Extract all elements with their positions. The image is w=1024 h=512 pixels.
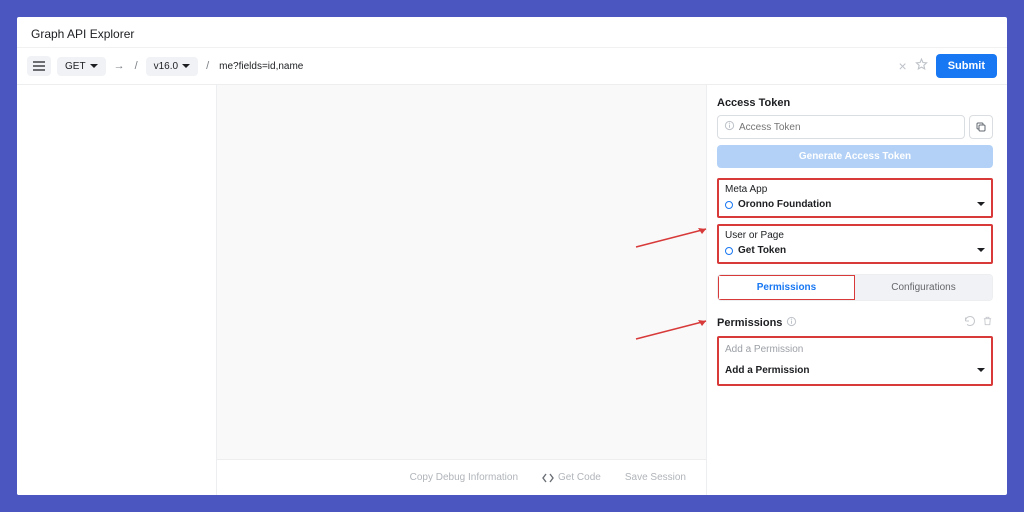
user-page-value: Get Token: [738, 245, 786, 256]
api-version-dropdown[interactable]: v16.0: [146, 57, 198, 76]
status-dot-icon: [725, 247, 733, 255]
meta-app-value: Oronno Foundation: [738, 199, 831, 210]
right-sidebar: Access Token Generate Access Token Meta …: [707, 85, 1007, 495]
meta-app-label: Meta App: [725, 184, 985, 195]
access-token-row: [717, 115, 993, 139]
copy-token-button[interactable]: [969, 115, 993, 139]
tabs-row: Permissions Configurations: [717, 274, 993, 301]
code-icon: [542, 473, 554, 483]
meta-app-dropdown[interactable]: Oronno Foundation: [725, 199, 985, 210]
slash-separator: /: [133, 60, 140, 72]
body-area: Copy Debug Information Get Code Save Ses…: [17, 85, 1007, 495]
access-token-label: Access Token: [717, 97, 993, 109]
chevron-down-icon: [977, 245, 985, 256]
chevron-down-icon: [977, 199, 985, 210]
status-dot-icon: [725, 201, 733, 209]
add-permission-dropdown[interactable]: Add a Permission: [725, 365, 985, 376]
add-permission-label: Add a Permission: [725, 365, 809, 376]
chevron-down-icon: [90, 64, 98, 69]
response-panel: Copy Debug Information Get Code Save Ses…: [217, 85, 707, 495]
trash-icon[interactable]: [982, 315, 993, 330]
meta-app-box: Meta App Oronno Foundation: [717, 178, 993, 218]
permission-placeholder: Add a Permission: [725, 344, 985, 355]
arrow-separator: →: [112, 60, 127, 72]
chevron-down-icon: [977, 365, 985, 376]
annotation-arrow: [632, 225, 712, 249]
info-icon: [786, 316, 797, 330]
permissions-box: Add a Permission Add a Permission: [717, 336, 993, 386]
query-input[interactable]: [217, 57, 892, 76]
permissions-header: Permissions: [717, 315, 993, 330]
save-session-label: Save Session: [625, 472, 686, 483]
user-page-box: User or Page Get Token: [717, 224, 993, 264]
hamburger-icon: [33, 61, 45, 71]
generate-token-button[interactable]: Generate Access Token: [717, 145, 993, 168]
submit-button[interactable]: Submit: [936, 54, 997, 78]
chevron-down-icon: [182, 64, 190, 69]
tab-configurations[interactable]: Configurations: [855, 275, 992, 300]
tab-permissions[interactable]: Permissions: [718, 275, 855, 300]
clear-query-button[interactable]: ×: [899, 58, 907, 74]
annotation-arrow: [632, 317, 712, 341]
http-method-dropdown[interactable]: GET: [57, 57, 106, 76]
toolbar: GET → / v16.0 / × Submit: [17, 48, 1007, 85]
permissions-label: Permissions: [717, 317, 782, 329]
star-icon[interactable]: [915, 58, 928, 74]
left-sidebar: [17, 85, 217, 495]
access-token-input[interactable]: [739, 122, 958, 133]
api-version-label: v16.0: [154, 61, 178, 72]
toolbar-right: × Submit: [899, 54, 997, 78]
hamburger-button[interactable]: [27, 56, 51, 76]
get-code-label: Get Code: [558, 472, 601, 483]
response-footer: Copy Debug Information Get Code Save Ses…: [217, 459, 706, 495]
copy-icon: [975, 121, 987, 133]
slash-separator: /: [204, 60, 211, 72]
user-page-label: User or Page: [725, 230, 985, 241]
user-page-dropdown[interactable]: Get Token: [725, 245, 985, 256]
info-icon: [724, 120, 735, 134]
get-code-button[interactable]: Get Code: [532, 466, 611, 489]
app-window: Graph API Explorer GET → / v16.0 / × Sub…: [17, 17, 1007, 495]
page-title: Graph API Explorer: [17, 17, 1007, 48]
copy-debug-button[interactable]: Copy Debug Information: [400, 466, 528, 489]
copy-debug-label: Copy Debug Information: [410, 472, 518, 483]
access-token-input-wrap: [717, 115, 965, 139]
refresh-icon[interactable]: [964, 315, 976, 330]
http-method-label: GET: [65, 61, 86, 72]
save-session-button[interactable]: Save Session: [615, 466, 696, 489]
